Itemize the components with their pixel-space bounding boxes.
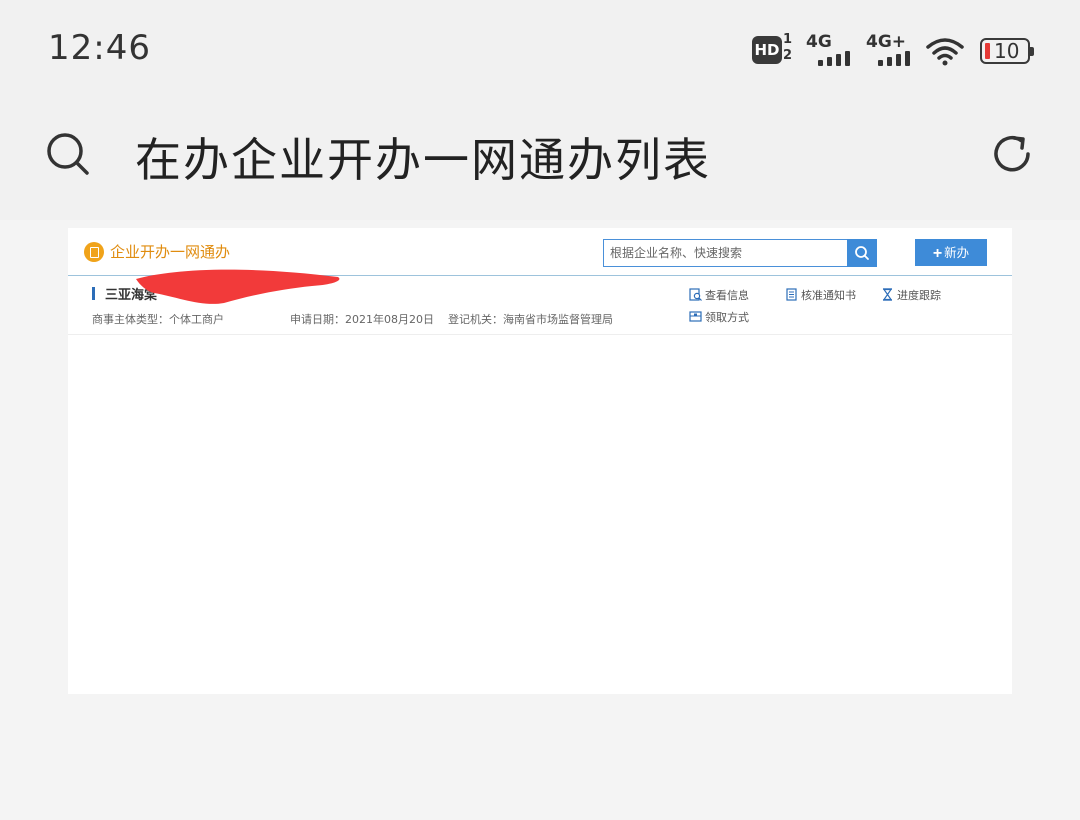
- brand-title: 企业开办一网通办: [110, 243, 231, 261]
- new-application-button[interactable]: + 新办: [915, 239, 987, 266]
- sim2-signal-icon: [878, 50, 918, 66]
- status-time: 12:46: [48, 28, 151, 68]
- document-icon: [786, 288, 797, 301]
- battery-icon: 10: [980, 38, 1034, 64]
- hd-voice-icon: HD: [752, 36, 782, 64]
- approval-notice-link[interactable]: 核准通知书: [785, 287, 856, 303]
- apply-date: 申请日期：2021年08月20日: [290, 313, 434, 326]
- reload-icon[interactable]: [988, 130, 1036, 178]
- plus-icon: +: [932, 245, 943, 262]
- sim1-network-label: 4G: [806, 32, 832, 52]
- company-search-input[interactable]: [603, 239, 847, 267]
- progress-tracking-link[interactable]: 进度跟踪: [881, 287, 941, 303]
- status-bar: 12:46 HD 1 2 4G 4G+ 10: [0, 0, 1080, 100]
- page-title: 在办企业开办一网通办列表: [135, 133, 711, 187]
- brand-logo-icon: [84, 242, 104, 262]
- sim1-signal-icon: [818, 50, 858, 66]
- registration-authority: 登记机关：海南省市场监督管理局: [448, 313, 613, 326]
- sim2-network-label: 4G+: [866, 32, 907, 52]
- search-button-icon: [855, 246, 869, 260]
- web-content: 企业开办一网通办 +新办 三亚海棠 商事主体类型：个体工商户 申请日期：2021…: [68, 228, 1012, 694]
- battery-level: 10: [994, 39, 1020, 63]
- status-icons: HD 1 2 4G 4G+ 10: [752, 32, 1036, 72]
- entity-type: 商事主体类型：个体工商户: [92, 313, 224, 326]
- delivery-icon: [689, 311, 702, 322]
- row-marker: [92, 287, 95, 300]
- pickup-method-link[interactable]: 领取方式: [689, 309, 749, 325]
- search-icon[interactable]: [44, 130, 92, 178]
- view-info-link[interactable]: 查看信息: [689, 287, 749, 303]
- redaction-scribble: [136, 269, 340, 304]
- hourglass-icon: [882, 288, 893, 301]
- hd-sim-indicator: 1 2: [783, 32, 793, 63]
- view-info-icon: [689, 288, 702, 301]
- application-row[interactable]: 三亚海棠 商事主体类型：个体工商户 申请日期：2021年08月20日 登记机关：…: [68, 269, 1012, 335]
- search-button[interactable]: [847, 239, 877, 267]
- app-header: 在办企业开办一网通办列表: [0, 100, 1080, 220]
- wifi-icon: [926, 38, 964, 66]
